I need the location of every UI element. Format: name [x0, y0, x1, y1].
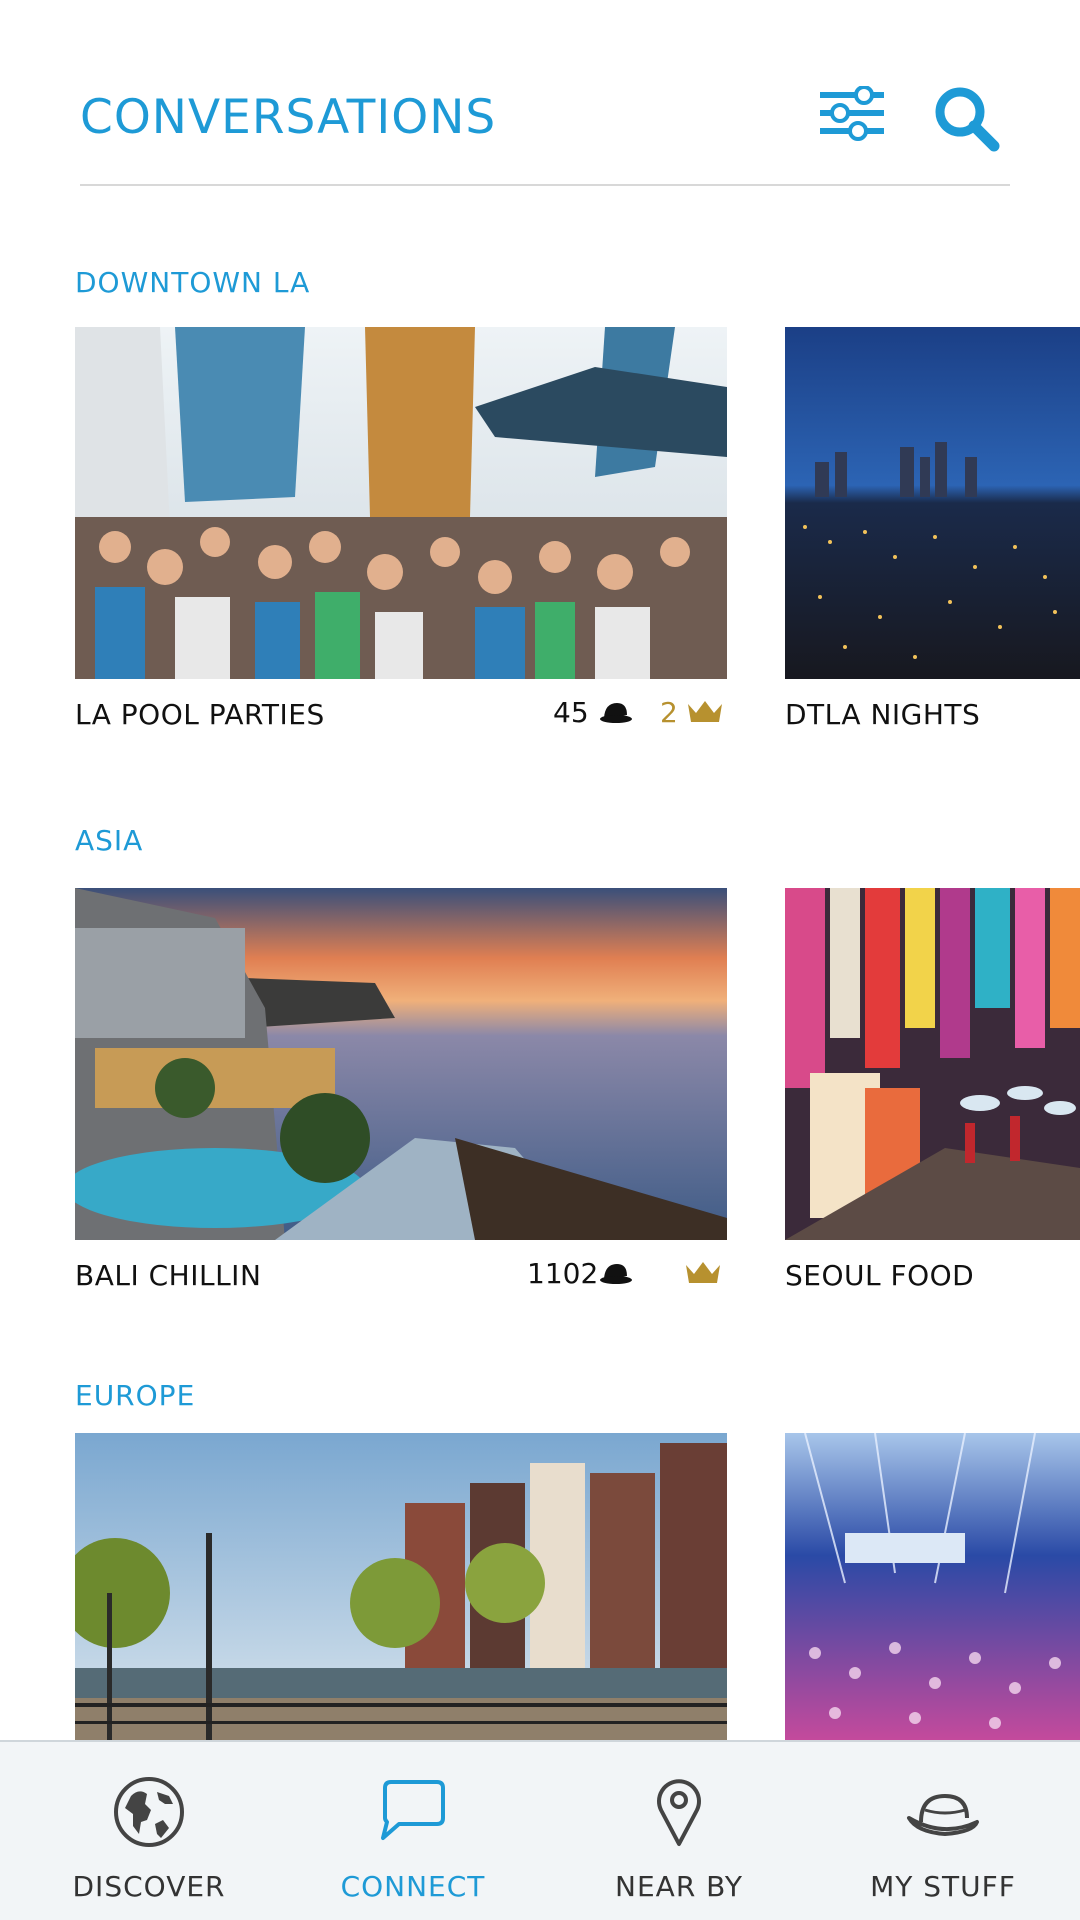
card-title-seoul-food[interactable]: SEOUL FOOD: [785, 1259, 974, 1292]
card-image-seoul-food[interactable]: [785, 888, 1080, 1240]
location-pin-icon: [657, 1779, 701, 1846]
globe-icon: [114, 1777, 184, 1847]
chat-bubble-icon: [381, 1780, 445, 1840]
nav-my-stuff[interactable]: MY STUFF: [808, 1742, 1078, 1920]
card-image-bali-chillin[interactable]: [75, 888, 727, 1240]
card-image-la-pool-parties[interactable]: [75, 327, 727, 679]
section-title-asia: ASIA: [75, 824, 144, 857]
card-image-dtla-nights[interactable]: [785, 327, 1080, 679]
nav-label-connect: CONNECT: [340, 1870, 486, 1903]
hat-count: 45: [553, 696, 589, 729]
bottom-nav: DISCOVER CONNECT NEAR BY MY STUFF: [0, 1740, 1080, 1920]
header: CONVERSATIONS: [80, 80, 1010, 186]
hat-icon: [907, 1793, 979, 1836]
page-title: CONVERSATIONS: [80, 90, 497, 145]
card-title-la-pool-parties[interactable]: LA POOL PARTIES: [75, 698, 325, 731]
card-title-bali-chillin[interactable]: BALI CHILLIN: [75, 1259, 261, 1292]
nav-label-near-by: NEAR BY: [615, 1870, 743, 1903]
card-title-dtla-nights[interactable]: DTLA NIGHTS: [785, 698, 980, 731]
crown-icon: [686, 1262, 720, 1283]
crown-icon: [688, 701, 722, 722]
hat-icon: [600, 1264, 632, 1284]
hat-count: 1102: [527, 1257, 599, 1290]
section-title-europe: EUROPE: [75, 1379, 196, 1412]
nav-discover[interactable]: DISCOVER: [14, 1742, 284, 1920]
nav-label-my-stuff: MY STUFF: [870, 1870, 1016, 1903]
sliders-icon: [820, 85, 884, 141]
nav-connect[interactable]: CONNECT: [278, 1742, 548, 1920]
crown-count: 2: [660, 696, 678, 729]
card-image-amsterdam-canal[interactable]: [75, 1433, 727, 1740]
search-icon: [935, 87, 1000, 152]
nav-near-by[interactable]: NEAR BY: [544, 1742, 814, 1920]
card-image-concert[interactable]: [785, 1433, 1080, 1740]
section-title-downtown-la: DOWNTOWN LA: [75, 266, 311, 299]
nav-label-discover: DISCOVER: [72, 1870, 226, 1903]
search-button[interactable]: [934, 86, 1000, 152]
hat-icon: [600, 703, 632, 723]
filter-button[interactable]: [820, 85, 884, 146]
